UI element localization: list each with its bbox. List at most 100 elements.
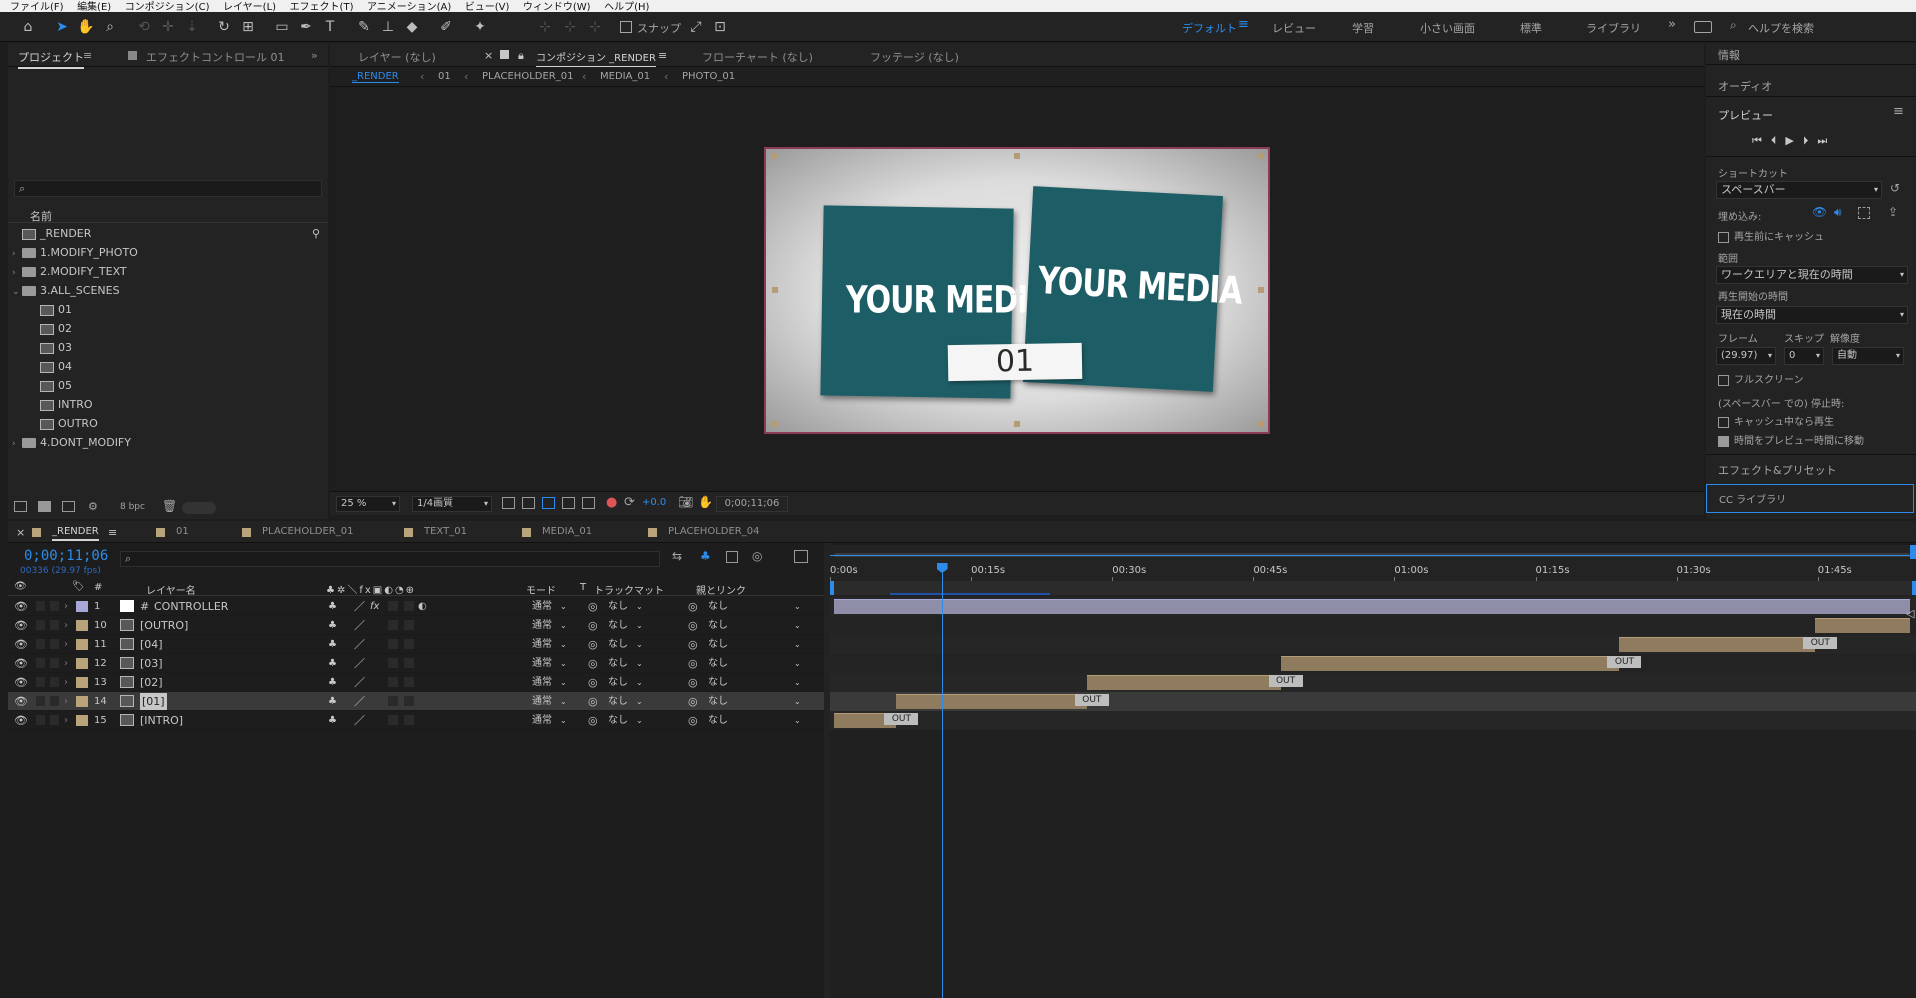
lock-icon[interactable]: 🔒︎ (518, 49, 524, 63)
orbit-camera-icon[interactable]: ⟲ (134, 17, 154, 37)
motion-blur-icon[interactable]: ◎ (752, 549, 762, 563)
out-marker[interactable]: OUT (1607, 656, 1642, 668)
eye-icon[interactable]: 👁︎ (14, 597, 28, 616)
workspace-default[interactable]: デフォルト (1182, 20, 1237, 36)
breadcrumb-photo[interactable]: PHOTO_01 (682, 71, 735, 82)
timeline-search-input[interactable]: ⌕ (120, 551, 660, 567)
zoom-select[interactable]: 25 % ▾ (336, 496, 400, 512)
layer-mode-select[interactable]: 通常 (532, 597, 552, 616)
solo-switch[interactable] (50, 696, 59, 706)
preserve-transparency-icon[interactable]: ◎ (588, 673, 598, 692)
text-tool-icon[interactable]: T (320, 17, 340, 37)
track-lane[interactable] (830, 616, 1916, 635)
layer-mode-select[interactable]: 通常 (532, 654, 552, 673)
motion-blur-switch[interactable] (404, 658, 414, 668)
fx-switch-icon[interactable]: fx (370, 597, 379, 616)
column-parent[interactable]: 親とリンク (696, 582, 746, 597)
shy-switch-icon[interactable]: ♣ (328, 692, 337, 711)
out-marker[interactable]: OUT (1074, 694, 1109, 706)
label-color-swatch[interactable] (76, 601, 88, 612)
region-of-interest-icon[interactable] (562, 497, 575, 509)
fullscreen-checkbox[interactable] (1718, 374, 1729, 386)
frame-blend-switch[interactable] (388, 639, 398, 649)
viewer-menu-icon[interactable]: ≡ (658, 49, 667, 62)
cache-before-checkbox[interactable] (1718, 231, 1729, 243)
layer-name[interactable]: [OUTRO] (140, 616, 188, 635)
reset-shortcut-icon[interactable]: ↺ (1890, 181, 1900, 195)
work-area-start-handle[interactable] (830, 581, 834, 595)
parent-select[interactable]: なし (708, 711, 728, 730)
audio-panel-tab[interactable]: オーディオ (1718, 78, 1772, 94)
transparency-grid-icon[interactable] (522, 497, 535, 509)
menu-edit[interactable]: 編集(E) (77, 2, 111, 12)
switches-column-icons[interactable]: ♣✲＼fx▣◐◔⊕ (326, 581, 416, 596)
track-matte-select[interactable]: なし (608, 616, 628, 635)
timeline-tab-text01[interactable]: TEXT_01 (424, 526, 467, 537)
panel-overflow-icon[interactable]: » (311, 49, 318, 62)
layer-name[interactable]: [03] (140, 654, 163, 673)
reset-exposure-icon[interactable]: ⟳ (624, 495, 635, 510)
graph-editor-icon[interactable] (794, 550, 808, 563)
pan-camera-icon[interactable]: ✛ (158, 17, 178, 37)
pick-whip-icon[interactable]: ◎ (688, 654, 698, 673)
current-time-display[interactable]: 0;00;11;06 (716, 496, 788, 512)
exposure-value[interactable]: +0.0 (642, 497, 666, 508)
playback-start-select[interactable]: 現在の時間 ▾ (1716, 306, 1908, 324)
parent-select[interactable]: なし (708, 673, 728, 692)
rectangle-tool-icon[interactable]: ▭ (272, 17, 292, 37)
layer-mode-select[interactable]: 通常 (532, 692, 552, 711)
shy-layers-icon[interactable]: ♣ (700, 549, 711, 563)
layer-mode-select[interactable]: 通常 (532, 711, 552, 730)
project-item[interactable]: ⌄ 3.ALL_SCENES (8, 281, 328, 300)
chevron-right-icon[interactable]: › (64, 654, 68, 673)
audio-switch[interactable] (36, 601, 45, 611)
label-color-swatch[interactable] (76, 639, 88, 650)
parent-select[interactable]: なし (708, 635, 728, 654)
chevron-right-icon[interactable]: › (64, 597, 68, 616)
workspace-review[interactable]: レビュー (1272, 20, 1316, 36)
layer-duration-bar[interactable] (896, 694, 1087, 709)
preview-resolution-select[interactable]: 自動 ▾ (1832, 347, 1904, 365)
project-item[interactable]: 03 (8, 338, 328, 357)
workspace-libraries[interactable]: ライブラリ (1586, 20, 1641, 36)
layer-name[interactable]: [01] (140, 693, 167, 710)
clone-stamp-icon[interactable]: ⊥ (378, 17, 398, 37)
cache-before-option[interactable]: 再生前にキャッシュ (1718, 228, 1824, 243)
export-toggle-icon[interactable]: ⇪ (1888, 205, 1898, 219)
previous-frame-icon[interactable]: ⏴ (1771, 134, 1786, 147)
chevron-right-icon[interactable]: › (64, 711, 68, 730)
corner-handle[interactable] (1258, 421, 1264, 427)
interpret-footage-icon[interactable] (14, 501, 27, 512)
quality-switch-icon[interactable]: ／ (354, 654, 365, 673)
range-select[interactable]: ワークエリアと現在の時間 ▾ (1716, 266, 1908, 284)
close-icon[interactable]: × (484, 49, 493, 62)
timeline-tab-01[interactable]: 01 (176, 526, 189, 537)
grid-guides-icon[interactable] (582, 497, 595, 509)
project-item[interactable]: 01 (8, 300, 328, 319)
fast-previews-icon[interactable] (502, 497, 515, 509)
project-item[interactable]: INTRO (8, 395, 328, 414)
preview-panel-tab[interactable]: プレビュー (1718, 107, 1773, 123)
frame-blend-switch[interactable] (388, 715, 398, 725)
layer-duration-bar[interactable] (1619, 637, 1816, 652)
quality-switch-icon[interactable]: ／ (354, 692, 365, 711)
solo-switch[interactable] (50, 677, 59, 687)
shy-switch-icon[interactable]: ♣ (328, 597, 337, 616)
info-panel-tab[interactable]: 情報 (1718, 47, 1740, 63)
navigator-end-handle[interactable] (1910, 545, 1916, 559)
label-color-swatch[interactable] (76, 677, 88, 688)
frame-blend-switch[interactable] (388, 658, 398, 668)
frame-blending-icon[interactable] (726, 551, 738, 563)
edge-handle[interactable] (1014, 421, 1020, 427)
project-item[interactable]: 04 (8, 357, 328, 376)
column-layer-name[interactable]: レイヤー名 (146, 582, 196, 597)
layer-name[interactable]: [04] (140, 635, 163, 654)
project-item[interactable]: _RENDER ⚲ (8, 224, 328, 243)
project-item[interactable]: › 2.MODIFY_TEXT (8, 262, 328, 281)
shy-switch-icon[interactable]: ♣ (328, 616, 337, 635)
preserve-transparency-icon[interactable]: ◎ (588, 692, 598, 711)
quality-switch-icon[interactable]: ／ (354, 711, 365, 730)
label-column-icon[interactable]: 🏷︎ (72, 581, 85, 592)
column-track-matte[interactable]: トラックマット (594, 582, 664, 597)
layer-duration-bar[interactable] (1815, 618, 1910, 633)
